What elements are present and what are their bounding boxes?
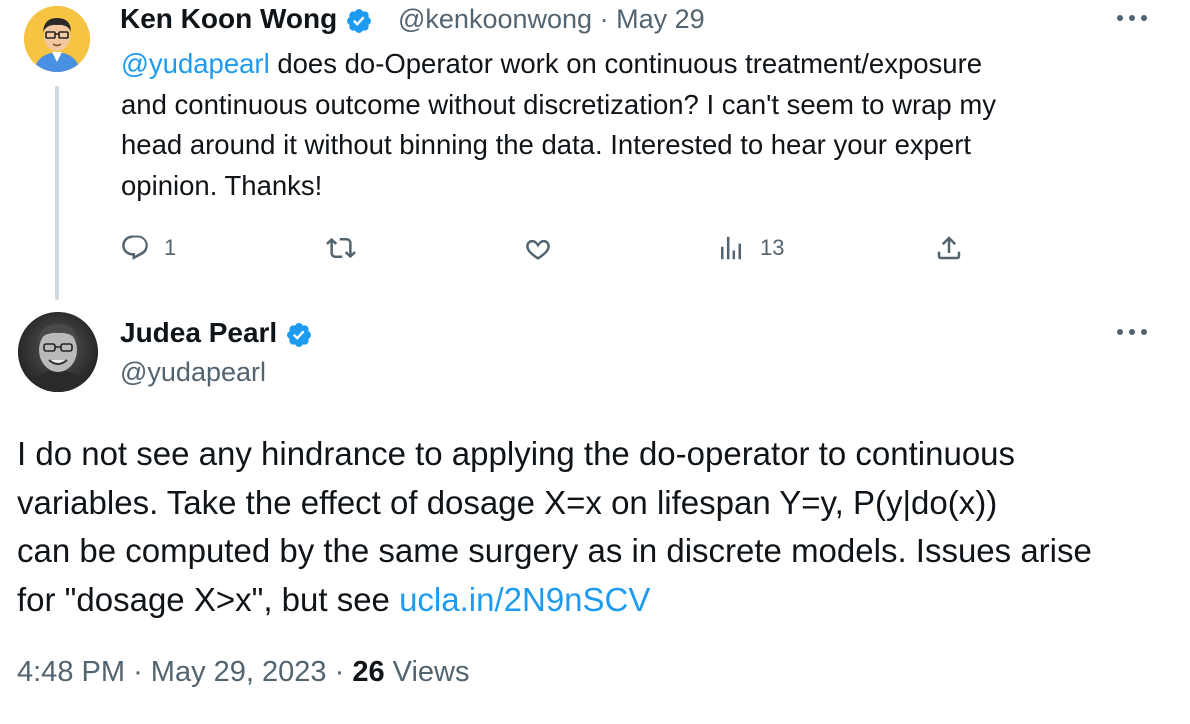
reply-count: 1 [164, 235, 177, 260]
views-label: Views [392, 656, 470, 688]
view-count: 13 [760, 235, 785, 260]
avatar-judea-pearl[interactable] [18, 312, 98, 392]
views-icon [721, 236, 741, 260]
views-count: 26 [352, 656, 385, 688]
retweet-icon [326, 237, 356, 259]
tweet-text-line: opinion. Thanks! [121, 169, 323, 201]
tweet-text-line: @yudapearl does do-Operator work on cont… [121, 44, 1131, 85]
author-name-text[interactable]: Ken Koon Wong [120, 3, 337, 34]
like-icon [526, 239, 550, 260]
tweet-text: @yudapearl does do-Operator work on cont… [121, 44, 1131, 206]
tweet-action-bar: 1 13 [120, 226, 980, 270]
more-icon[interactable] [1115, 327, 1149, 337]
reply-text-line: can be computed by the same surgery as i… [17, 532, 1092, 569]
tweet-full-date[interactable]: May 29, 2023 [151, 656, 327, 688]
author-handle-and-date: @kenkoonwong · May 29 [398, 3, 705, 35]
reply-text-line: I do not see any hindrance to applying t… [17, 435, 1016, 472]
separator-dot: · [334, 656, 345, 688]
reply-author-name[interactable]: Judea Pearl [120, 317, 313, 349]
separator-dot: · [133, 656, 143, 688]
reply-icon [122, 235, 148, 260]
reply-text-fragment: for "dosage X>x", but see [17, 580, 400, 618]
retweet-button[interactable] [326, 226, 370, 270]
author-name[interactable]: Ken Koon Wong [120, 3, 373, 35]
tweet-text-line: and continuous outcome without discretiz… [121, 88, 997, 120]
reply-tweet-text: I do not see any hindrance to applying t… [17, 430, 1177, 624]
more-icon[interactable] [1115, 13, 1149, 23]
author-handle[interactable]: @kenkoonwong [398, 4, 592, 34]
external-link[interactable]: ucla.in/2N9nSCV [399, 581, 650, 618]
tweet-text-line: head around it without binning the data.… [121, 129, 972, 160]
reply-author-handle[interactable]: @yudapearl [120, 356, 266, 388]
reply-author-name-text[interactable]: Judea Pearl [120, 317, 277, 348]
tweet-date[interactable]: May 29 [616, 4, 705, 34]
share-icon [937, 236, 961, 260]
verified-badge-icon [287, 322, 311, 347]
separator-dot: · [599, 4, 609, 34]
reply-button[interactable]: 1 [120, 226, 176, 270]
avatar-ken-koon-wong[interactable] [24, 6, 90, 72]
tweet-time[interactable]: 4:48 PM [17, 656, 125, 688]
tweet-text-fragment: does do-Operator work on continuous trea… [269, 48, 983, 79]
like-button[interactable] [523, 226, 567, 270]
reply-text-line: variables. Take the effect of dosage X=x… [17, 483, 998, 521]
mention-link[interactable]: @yudapearl [121, 48, 270, 79]
views-button[interactable]: 13 [716, 226, 784, 270]
reply-text-line: for "dosage X>x", but see ucla.in/2N9nSC… [17, 576, 1177, 625]
thread-connector-line [55, 86, 59, 300]
verified-badge-icon [347, 8, 371, 33]
tweet-metadata: 4:48 PM · May 29, 2023 · 26 Views [17, 652, 470, 692]
share-button[interactable] [934, 226, 964, 270]
